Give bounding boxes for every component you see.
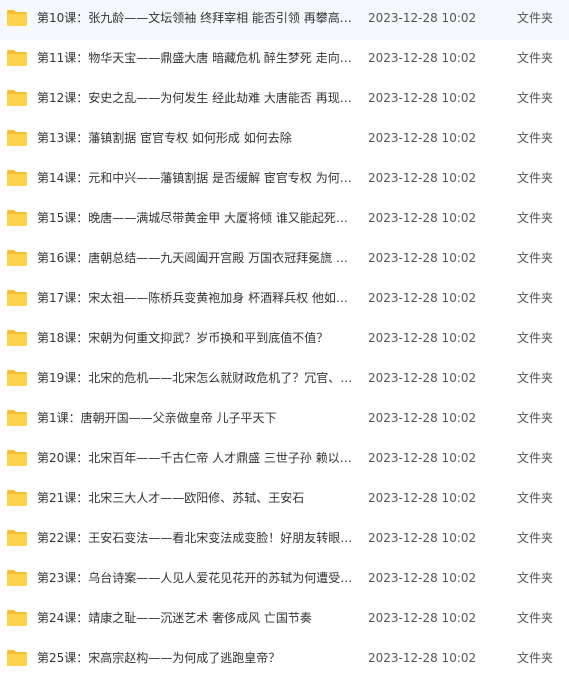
file-name[interactable]: 第10课：张九龄——文坛领袖 终拜宰相 能否引领 再攀高… [37,0,355,36]
file-row[interactable]: 第15课：晚唐——满城尽带黄金甲 大厦将倾 谁又能起死… 2023-12-28 1… [0,200,569,240]
folder-icon [6,649,28,667]
file-row[interactable]: 第20课：北宋百年——千古仁帝 人才鼎盛 三世子孙 赖以… 2023-12-28 … [0,440,569,480]
folder-icon [6,9,28,27]
folder-icon [6,489,28,507]
file-modified-date: 2023-12-28 10:02 [368,131,477,145]
file-modified-date: 2023-12-28 10:02 [368,531,477,545]
file-type: 文件夹 [517,91,554,105]
file-row[interactable]: 第13课：藩镇割据 宦官专权 如何形成 如何去除 2023-12-28 10:02… [0,120,569,160]
file-modified-date: 2023-12-28 10:02 [368,611,477,625]
file-name[interactable]: 第17课：宋太祖——陈桥兵变黄袍加身 杯酒释兵权 他如… [37,280,355,316]
file-modified-date: 2023-12-28 10:02 [368,651,477,665]
folder-icon [6,289,28,307]
file-type: 文件夹 [517,251,554,265]
file-type: 文件夹 [517,51,554,65]
file-name[interactable]: 第1课：唐朝开国——父亲做皇帝 儿子平天下 [37,400,355,436]
file-modified-date: 2023-12-28 10:02 [368,411,477,425]
file-modified-date: 2023-12-28 10:02 [368,11,477,25]
file-modified-date: 2023-12-28 10:02 [368,251,477,265]
file-modified-date: 2023-12-28 10:02 [368,91,477,105]
folder-icon [6,209,28,227]
file-modified-date: 2023-12-28 10:02 [368,491,477,505]
file-modified-date: 2023-12-28 10:02 [368,291,477,305]
file-type: 文件夹 [517,11,554,25]
folder-icon [6,249,28,267]
file-row[interactable]: 第12课：安史之乱——为何发生 经此劫难 大唐能否 再现… 2023-12-28 … [0,80,569,120]
file-row[interactable]: 第22课：王安石变法——看北宋变法成变脸！好朋友转眼… 2023-12-28 10… [0,520,569,560]
file-name[interactable]: 第14课：元和中兴——藩镇割据 是否缓解 宦官专权 为何… [37,160,355,196]
file-row[interactable]: 第14课：元和中兴——藩镇割据 是否缓解 宦官专权 为何… 2023-12-28 … [0,160,569,200]
file-list: 第10课：张九龄——文坛领袖 终拜宰相 能否引领 再攀高… 2023-12-28 … [0,0,569,675]
file-type: 文件夹 [517,411,554,425]
file-type: 文件夹 [517,491,554,505]
folder-icon [6,529,28,547]
file-row[interactable]: 第23课：乌台诗案——人见人爱花见花开的苏轼为何遭受… 2023-12-28 10… [0,560,569,600]
file-type: 文件夹 [517,651,554,665]
file-row[interactable]: 第19课：北宋的危机——北宋怎么就财政危机了？冗官、… 2023-12-28 10… [0,360,569,400]
file-modified-date: 2023-12-28 10:02 [368,51,477,65]
folder-icon [6,89,28,107]
file-name[interactable]: 第18课：宋朝为何重文抑武？岁币换和平到底值不值？ [37,320,355,356]
file-modified-date: 2023-12-28 10:02 [368,331,477,345]
file-row[interactable]: 第25课：宋高宗赵构——为何成了逃跑皇帝？ 2023-12-28 10:02 文件夹 [0,640,569,680]
file-row[interactable]: 第24课：靖康之耻——沉迷艺术 奢侈成风 亡国节奏 2023-12-28 10:0… [0,600,569,640]
file-name[interactable]: 第21课：北宋三大人才——欧阳修、苏轼、王安石 [37,480,355,516]
file-name[interactable]: 第15课：晚唐——满城尽带黄金甲 大厦将倾 谁又能起死… [37,200,355,236]
folder-icon [6,569,28,587]
file-name[interactable]: 第22课：王安石变法——看北宋变法成变脸！好朋友转眼… [37,520,355,556]
file-type: 文件夹 [517,211,554,225]
folder-icon [6,329,28,347]
folder-icon [6,409,28,427]
file-row[interactable]: 第17课：宋太祖——陈桥兵变黄袍加身 杯酒释兵权 他如… 2023-12-28 1… [0,280,569,320]
file-row[interactable]: 第16课：唐朝总结——九天阊阖开宫殿 万国衣冠拜冕旒 … 2023-12-28 1… [0,240,569,280]
file-row[interactable]: 第11课：物华天宝——鼎盛大唐 暗藏危机 醉生梦死 走向… 2023-12-28 … [0,40,569,80]
file-row[interactable]: 第1课：唐朝开国——父亲做皇帝 儿子平天下 2023-12-28 10:02 文件夹 [0,400,569,440]
file-modified-date: 2023-12-28 10:02 [368,171,477,185]
file-modified-date: 2023-12-28 10:02 [368,371,477,385]
file-name[interactable]: 第11课：物华天宝——鼎盛大唐 暗藏危机 醉生梦死 走向… [37,40,355,76]
file-name[interactable]: 第16课：唐朝总结——九天阊阖开宫殿 万国衣冠拜冕旒 … [37,240,355,276]
folder-icon [6,449,28,467]
file-type: 文件夹 [517,371,554,385]
folder-icon [6,169,28,187]
file-modified-date: 2023-12-28 10:02 [368,571,477,585]
file-type: 文件夹 [517,171,554,185]
folder-icon [6,609,28,627]
file-row[interactable]: 第21课：北宋三大人才——欧阳修、苏轼、王安石 2023-12-28 10:02 文… [0,480,569,520]
file-type: 文件夹 [517,531,554,545]
file-modified-date: 2023-12-28 10:02 [368,451,477,465]
file-row[interactable]: 第18课：宋朝为何重文抑武？岁币换和平到底值不值？ 2023-12-28 10:0… [0,320,569,360]
folder-icon [6,369,28,387]
file-type: 文件夹 [517,131,554,145]
file-name[interactable]: 第13课：藩镇割据 宦官专权 如何形成 如何去除 [37,120,355,156]
file-type: 文件夹 [517,571,554,585]
file-name[interactable]: 第23课：乌台诗案——人见人爱花见花开的苏轼为何遭受… [37,560,355,596]
file-type: 文件夹 [517,611,554,625]
file-name[interactable]: 第25课：宋高宗赵构——为何成了逃跑皇帝？ [37,640,355,676]
file-type: 文件夹 [517,291,554,305]
file-name[interactable]: 第24课：靖康之耻——沉迷艺术 奢侈成风 亡国节奏 [37,600,355,636]
folder-icon [6,49,28,67]
file-name[interactable]: 第19课：北宋的危机——北宋怎么就财政危机了？冗官、… [37,360,355,396]
folder-icon [6,129,28,147]
file-name[interactable]: 第12课：安史之乱——为何发生 经此劫难 大唐能否 再现… [37,80,355,116]
file-type: 文件夹 [517,331,554,345]
file-modified-date: 2023-12-28 10:02 [368,211,477,225]
file-name[interactable]: 第20课：北宋百年——千古仁帝 人才鼎盛 三世子孙 赖以… [37,440,355,476]
file-type: 文件夹 [517,451,554,465]
file-row[interactable]: 第10课：张九龄——文坛领袖 终拜宰相 能否引领 再攀高… 2023-12-28 … [0,0,569,40]
